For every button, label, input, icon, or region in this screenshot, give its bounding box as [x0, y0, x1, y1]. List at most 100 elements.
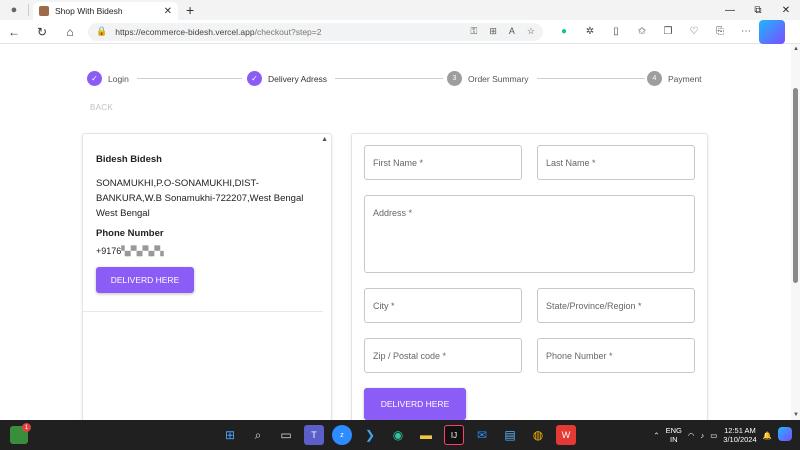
volume-icon[interactable]: ♪ — [700, 431, 704, 440]
url-domain: https://ecommerce-bidesh.vercel.app — [115, 26, 255, 37]
tab-title: Shop With Bidesh — [55, 6, 123, 16]
language-indicator[interactable]: ENG IN — [666, 426, 682, 444]
state-input[interactable]: State/Province/Region * — [537, 288, 695, 323]
phone-redacted: ▚▞▚▞▚▞▚ — [121, 246, 163, 256]
browser-tab-bar: ● Shop With Bidesh ✕ + — ⧉ ✕ — [0, 0, 800, 20]
share-icon[interactable]: ⎘ — [707, 20, 733, 44]
step-login: ✓ Login — [87, 71, 129, 86]
minimize-button[interactable]: — — [716, 0, 744, 20]
field-label: City * — [373, 300, 395, 311]
step-connector — [537, 78, 645, 79]
browser-tab-active[interactable]: Shop With Bidesh ✕ — [33, 2, 178, 20]
restore-button[interactable]: ⧉ — [744, 0, 772, 20]
step-order-summary: 3 Order Summary — [447, 71, 528, 86]
phone-prefix: +9176 — [96, 246, 122, 256]
clock[interactable]: 12:51 AM 3/10/2024 — [723, 426, 756, 444]
vscode-icon[interactable]: ❯ — [360, 425, 380, 445]
show-hidden-icons-icon[interactable]: ⌃ — [653, 431, 659, 440]
new-tab-button[interactable]: + — [186, 2, 194, 18]
wifi-icon[interactable]: ◠ — [688, 431, 695, 440]
split-screen-icon[interactable]: ▯ — [603, 20, 629, 44]
start-menu-icon[interactable]: ⊞ — [220, 425, 240, 445]
address-text: SONAMUKHI,P.O-SONAMUKHI,DIST-BANKURA,W.B… — [96, 178, 304, 219]
notepad-icon[interactable]: ▤ — [500, 425, 520, 445]
refresh-icon[interactable]: ↻ — [28, 20, 56, 44]
notifications-bell-icon[interactable]: 🔔 — [763, 431, 772, 440]
copilot-icon[interactable] — [759, 19, 785, 44]
field-label: Phone Number * — [546, 350, 613, 361]
teams-icon[interactable]: T — [304, 425, 324, 445]
favorite-star-icon[interactable]: ☆ — [527, 26, 535, 37]
collections-icon[interactable]: ❐ — [655, 20, 681, 44]
lang-bottom: IN — [670, 435, 678, 444]
field-label: Zip / Postal code * — [373, 350, 447, 361]
step-number-badge: 3 — [447, 71, 462, 86]
extension-toolbar: ● ✲ ▯ ✩ ❐ ♡ ⎘ ⋯ — [551, 19, 785, 44]
step-payment: 4 Payment — [647, 71, 702, 86]
time: 12:51 AM — [724, 426, 756, 435]
site-favicon-icon — [39, 6, 49, 16]
address-bar-actions: ⚿ ⊞ A ☆ — [471, 26, 536, 37]
edge-icon[interactable]: ◉ — [388, 425, 408, 445]
phone-label: Phone Number — [96, 228, 164, 239]
read-aloud-icon[interactable]: A — [509, 26, 515, 37]
widgets-icon[interactable]: 1 — [10, 423, 31, 444]
deliver-here-saved-button[interactable]: DELIVERD HERE — [96, 267, 194, 293]
scroll-up-arrow-icon[interactable]: ▲ — [793, 46, 799, 52]
phone-value: +9176▚▞▚▞▚▞▚ — [96, 246, 164, 257]
home-icon[interactable]: ⌂ — [56, 20, 84, 44]
lock-icon[interactable]: 🔒 — [96, 26, 107, 37]
task-view-icon[interactable]: ▭ — [276, 425, 296, 445]
notification-badge: 1 — [22, 423, 31, 432]
tab-separator — [28, 4, 29, 16]
field-label: Last Name * — [546, 157, 596, 168]
more-menu-icon[interactable]: ⋯ — [733, 20, 759, 44]
window-controls: — ⧉ ✕ — [716, 0, 800, 20]
page-scrollbar[interactable]: ▲ ▼ — [791, 44, 800, 420]
address-input[interactable]: Address * — [364, 195, 695, 273]
mail-icon[interactable]: ✉ — [472, 425, 492, 445]
file-explorer-icon[interactable]: ▬ — [416, 425, 436, 445]
chrome-icon[interactable]: ◍ — [528, 425, 548, 445]
city-input[interactable]: City * — [364, 288, 522, 323]
scroll-up-icon[interactable]: ▲ — [321, 136, 328, 143]
zip-input[interactable]: Zip / Postal code * — [364, 338, 522, 373]
step-label: Payment — [668, 73, 702, 84]
battery-icon[interactable]: ▭ — [710, 431, 717, 440]
browser-toolbar: ← ↻ ⌂ 🔒 https://ecommerce-bidesh.vercel.… — [0, 19, 800, 44]
last-name-input[interactable]: Last Name * — [537, 145, 695, 180]
system-tray: ⌃ ENG IN ◠ ♪ ▭ 12:51 AM 3/10/2024 🔔 — [653, 420, 800, 450]
address-bar[interactable]: 🔒 https://ecommerce-bidesh.vercel.app/ch… — [88, 22, 543, 41]
apps-icon[interactable]: ⊞ — [489, 26, 497, 37]
tab-close-icon[interactable]: ✕ — [164, 6, 172, 17]
step-label: Order Summary — [468, 73, 529, 84]
close-window-button[interactable]: ✕ — [772, 0, 800, 20]
page-content: ✓ Login ✓ Delivery Adress 3 Order Summar… — [0, 44, 791, 420]
grammarly-icon[interactable]: ● — [551, 20, 577, 44]
card-divider — [83, 311, 323, 312]
intellij-icon[interactable]: IJ — [444, 425, 464, 445]
copilot-taskbar-icon[interactable] — [778, 427, 792, 443]
profile-icon[interactable]: ● — [0, 0, 28, 20]
scroll-down-arrow-icon[interactable]: ▼ — [793, 412, 799, 418]
wps-office-icon[interactable]: W — [556, 425, 576, 445]
key-icon[interactable]: ⚿ — [471, 26, 478, 37]
step-check-icon: ✓ — [87, 71, 102, 86]
search-icon[interactable]: ⌕ — [248, 425, 268, 445]
zoom-icon[interactable]: z — [332, 425, 352, 445]
step-connector — [137, 78, 242, 79]
phone-input[interactable]: Phone Number * — [537, 338, 695, 373]
checkout-stepper: ✓ Login ✓ Delivery Adress 3 Order Summar… — [87, 71, 707, 87]
back-button[interactable]: BACK — [90, 103, 113, 112]
first-name-input[interactable]: First Name * — [364, 145, 522, 180]
deliver-here-submit-button[interactable]: DELIVERD HERE — [364, 388, 466, 420]
back-arrow-icon[interactable]: ← — [0, 20, 28, 44]
address-name: Bidesh Bidesh — [96, 154, 162, 165]
field-label: State/Province/Region * — [546, 300, 642, 311]
browser-essentials-icon[interactable]: ♡ — [681, 20, 707, 44]
scrollbar-thumb[interactable] — [793, 88, 798, 283]
field-label: First Name * — [373, 157, 424, 168]
extensions-icon[interactable]: ✲ — [577, 20, 603, 44]
step-label: Delivery Adress — [268, 73, 328, 84]
favorites-icon[interactable]: ✩ — [629, 20, 655, 44]
